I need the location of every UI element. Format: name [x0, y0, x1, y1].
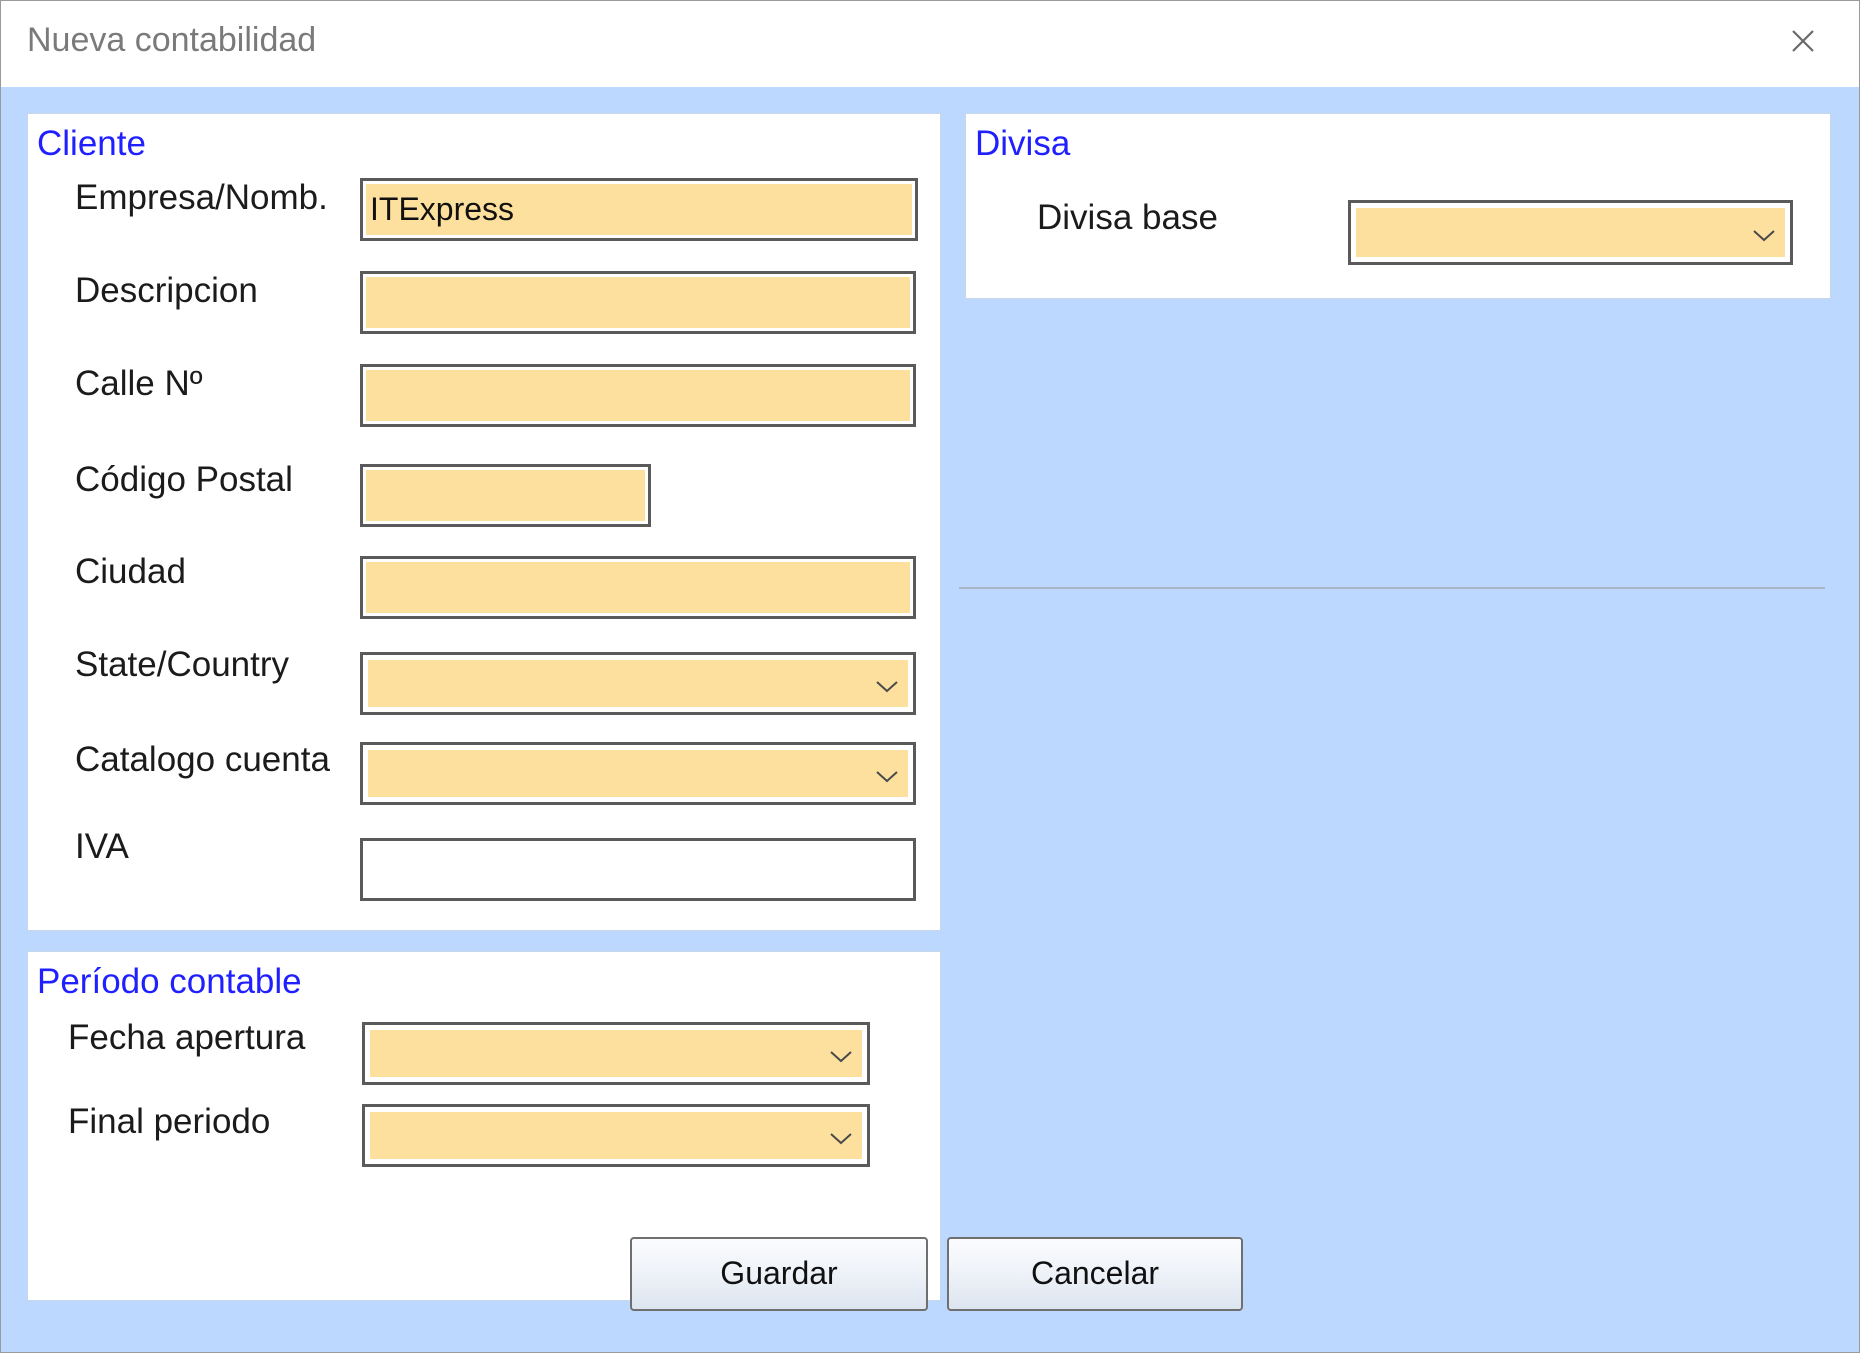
empresa-field[interactable]: ITExpress — [360, 178, 918, 241]
chevron-down-icon — [874, 678, 900, 694]
chevron-down-icon — [1751, 227, 1777, 243]
save-button[interactable]: Guardar — [630, 1237, 928, 1311]
title-bar: Nueva contabilidad — [1, 1, 1859, 87]
final-periodo-value — [370, 1112, 862, 1159]
cliente-title: Cliente — [37, 124, 146, 163]
empresa-label: Empresa/Nomb. — [75, 178, 328, 217]
state-country-label: State/Country — [75, 645, 289, 684]
periodo-title: Período contable — [37, 962, 302, 1001]
final-periodo-label: Final periodo — [68, 1102, 271, 1141]
cancel-button[interactable]: Cancelar — [947, 1237, 1243, 1311]
window-title: Nueva contabilidad — [27, 21, 317, 59]
chevron-down-icon — [828, 1048, 854, 1064]
catalogo-cuenta-label: Catalogo cuenta — [75, 740, 330, 779]
close-icon[interactable] — [1781, 19, 1825, 63]
fecha-apertura-label: Fecha apertura — [68, 1018, 306, 1057]
divider — [959, 587, 1825, 589]
iva-field[interactable] — [360, 838, 916, 901]
calle-label: Calle Nº — [75, 364, 203, 403]
state-country-combo[interactable] — [360, 652, 916, 715]
ciudad-label: Ciudad — [75, 552, 186, 591]
catalogo-cuenta-combo[interactable] — [360, 742, 916, 805]
divisa-title: Divisa — [975, 124, 1071, 163]
divisa-base-value — [1356, 208, 1785, 257]
fecha-apertura-combo[interactable] — [362, 1022, 870, 1085]
chevron-down-icon — [828, 1130, 854, 1146]
chevron-down-icon — [874, 768, 900, 784]
catalogo-cuenta-value — [368, 750, 908, 797]
dialog-body: Cliente Empresa/Nomb. ITExpress Descripc… — [1, 87, 1859, 1349]
empresa-value: ITExpress — [366, 184, 912, 235]
codigo-postal-label: Código Postal — [75, 460, 293, 499]
ciudad-value — [366, 562, 910, 613]
ciudad-field[interactable] — [360, 556, 916, 619]
descripcion-label: Descripcion — [75, 271, 258, 310]
calle-field[interactable] — [360, 364, 916, 427]
fecha-apertura-value — [370, 1030, 862, 1077]
divisa-base-combo[interactable] — [1348, 200, 1793, 265]
state-country-value — [368, 660, 908, 707]
descripcion-field[interactable] — [360, 271, 916, 334]
descripcion-value — [366, 277, 910, 328]
divisa-base-label: Divisa base — [1037, 198, 1218, 237]
codigo-postal-value — [366, 470, 645, 521]
cliente-panel: Cliente Empresa/Nomb. ITExpress Descripc… — [27, 113, 941, 931]
iva-value — [366, 844, 910, 895]
divisa-panel: Divisa Divisa base — [965, 113, 1831, 299]
codigo-postal-field[interactable] — [360, 464, 651, 527]
calle-value — [366, 370, 910, 421]
iva-label: IVA — [75, 827, 129, 866]
final-periodo-combo[interactable] — [362, 1104, 870, 1167]
dialog-window: Nueva contabilidad Cliente Empresa/Nomb.… — [0, 0, 1860, 1353]
